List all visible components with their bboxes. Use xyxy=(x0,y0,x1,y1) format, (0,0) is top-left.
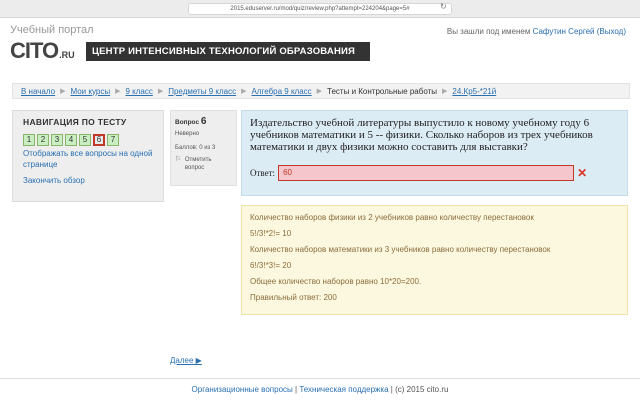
footer-copyright: (c) 2015 cito.ru xyxy=(395,385,449,394)
breadcrumb-section: Тесты и Контрольные работы xyxy=(327,86,438,96)
question-button-2[interactable]: 2 xyxy=(37,134,49,146)
breadcrumb-my-courses[interactable]: Мои курсы xyxy=(70,87,110,96)
breadcrumb: В начало ▶ Мои курсы ▶ 9 класс ▶ Предмет… xyxy=(12,83,630,99)
feedback-line: Количество наборов математики из 3 учебн… xyxy=(250,245,551,254)
question-buttons: 1 2 3 4 5 6 7 xyxy=(23,134,163,146)
breadcrumb-separator-icon: ▶ xyxy=(241,88,247,95)
finish-review-link[interactable]: Закончить обзор xyxy=(23,175,163,186)
cito-logo[interactable]: CITO .RU xyxy=(10,38,75,64)
footer: Организационные вопросы | Техническая по… xyxy=(0,378,640,400)
footer-support-link[interactable]: Техническая поддержка xyxy=(299,385,388,394)
question-button-7[interactable]: 7 xyxy=(107,134,119,146)
question-button-4[interactable]: 4 xyxy=(65,134,77,146)
question-text: Издательство учебной литературы выпустил… xyxy=(250,117,593,153)
logo-text: CITO xyxy=(10,38,59,63)
breadcrumb-grade[interactable]: 9 класс xyxy=(125,87,152,96)
user-profile-link[interactable]: Сафутин Сергей xyxy=(533,27,595,36)
question-number-value: 6 xyxy=(200,116,207,127)
question-button-1[interactable]: 1 xyxy=(23,134,35,146)
feedback-line: Общее количество наборов равно 10*20=200… xyxy=(250,277,422,286)
question-info: Вопрос 6 Неверно Баллов: 0 из 3 ⚐ Отмети… xyxy=(170,110,237,186)
breadcrumb-quiz[interactable]: 24.Кр5-*21й xyxy=(452,87,496,96)
next-arrow-icon: ▶ xyxy=(195,356,202,365)
breadcrumb-separator-icon: ▶ xyxy=(316,88,323,95)
breadcrumb-course[interactable]: Алгебра 9 класс xyxy=(251,87,311,96)
question-button-5[interactable]: 5 xyxy=(79,134,91,146)
portal-title: Учебный портал xyxy=(10,24,94,36)
footer-org-questions-link[interactable]: Организационные вопросы xyxy=(192,385,293,394)
incorrect-x-icon: ✕ xyxy=(577,166,588,180)
next-label: Далее xyxy=(170,356,194,365)
flag-icon: ⚐ xyxy=(175,156,182,163)
footer-separator: | xyxy=(295,385,298,394)
answer-row: Ответ: 60 ✕ xyxy=(250,165,587,181)
breadcrumb-separator-icon: ▶ xyxy=(60,88,66,95)
breadcrumb-subjects[interactable]: Предметы 9 класс xyxy=(168,87,236,96)
flag-question-label: Отметить вопрос xyxy=(184,157,212,171)
question-formulation: Издательство учебной литературы выпустил… xyxy=(241,110,628,196)
answer-label: Ответ: xyxy=(250,168,276,178)
login-prefix: Вы зашли под именем xyxy=(446,27,531,36)
question-label: Вопрос xyxy=(175,119,200,126)
answer-input[interactable]: 60 xyxy=(278,165,575,181)
feedback-box: Количество наборов физики из 2 учебников… xyxy=(241,205,628,315)
login-info: Вы зашли под именем Сафутин Сергей (Выхо… xyxy=(447,27,626,36)
logo-banner: ЦЕНТР ИНТЕНСИВНЫХ ТЕХНОЛОГИЙ ОБРАЗОВАНИЯ xyxy=(86,42,370,61)
logo-suffix: .RU xyxy=(59,50,75,60)
feedback-line: 6!/3!*3!= 20 xyxy=(250,261,292,270)
feedback-line: 5!/3!*2!= 10 xyxy=(250,229,292,238)
quiz-navigation-block: НАВИГАЦИЯ ПО ТЕСТУ 1 2 3 4 5 6 7 Отображ… xyxy=(12,110,164,202)
question-button-3[interactable]: 3 xyxy=(51,134,63,146)
question-status: Неверно xyxy=(175,131,200,137)
breadcrumb-home[interactable]: В начало xyxy=(21,87,55,96)
quiz-navigation-title: НАВИГАЦИЯ ПО ТЕСТУ xyxy=(23,117,127,127)
flag-question-button[interactable]: ⚐ Отметить вопрос xyxy=(175,156,232,172)
question-number: Вопрос 6 xyxy=(175,116,232,127)
feedback-line: Количество наборов физики из 2 учебников… xyxy=(250,213,534,222)
next-page-link[interactable]: Далее ▶ xyxy=(170,356,202,365)
correct-answer: Правильный ответ: 200 xyxy=(250,293,337,302)
footer-separator: | xyxy=(390,385,393,394)
logout-link[interactable]: (Выход) xyxy=(597,27,626,36)
breadcrumb-separator-icon: ▶ xyxy=(115,88,121,95)
show-all-questions-link[interactable]: Отображать все вопросы на одной странице xyxy=(23,148,158,170)
question-grade: Баллов: 0 из 3 xyxy=(175,145,216,151)
browser-address-bar: 2015.eduserver.ru/mod/quiz/review.php?at… xyxy=(0,0,640,18)
reload-icon[interactable]: ↻ xyxy=(440,2,447,12)
url-field[interactable]: 2015.eduserver.ru/mod/quiz/review.php?at… xyxy=(188,3,452,15)
question-button-6-current[interactable]: 6 xyxy=(93,134,105,146)
breadcrumb-separator-icon: ▶ xyxy=(157,88,164,95)
breadcrumb-separator-icon: ▶ xyxy=(442,88,448,95)
